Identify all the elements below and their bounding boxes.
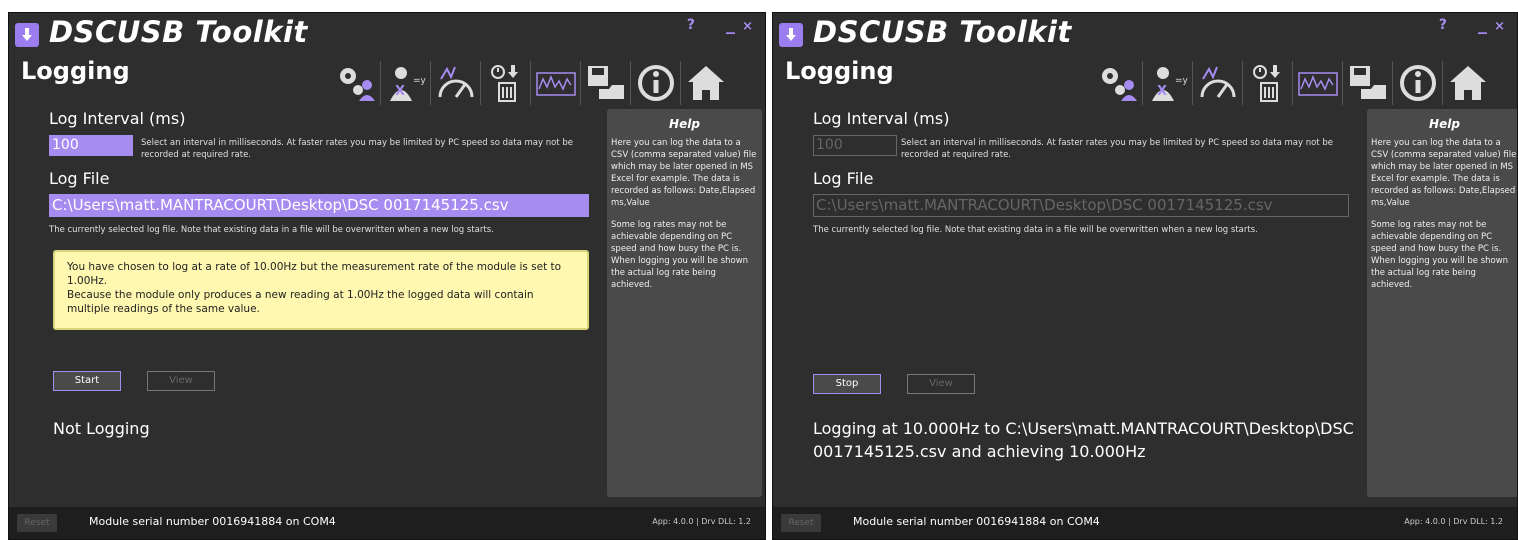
chart-icon[interactable] (531, 61, 581, 105)
module-serial-text: Module serial number 0016941884 on COM4 (89, 515, 336, 528)
help-button[interactable]: ? (1439, 17, 1447, 33)
close-button[interactable]: × (1494, 19, 1505, 34)
close-button[interactable]: × (742, 19, 753, 34)
rate-warning-box: You have chosen to log at a rate of 10.0… (53, 250, 589, 330)
start-button[interactable]: Start (53, 371, 121, 391)
title-bar: DSCUSB Toolkit ? _ × (773, 13, 1517, 55)
home-icon[interactable] (681, 61, 731, 105)
save-icon[interactable] (581, 61, 631, 105)
svg-text:=y: =y (413, 76, 427, 86)
clock-download-icon[interactable] (481, 61, 531, 105)
version-text: App: 4.0.0 | Drv DLL: 1.2 (652, 517, 751, 526)
help-text: Here you can log the data to a CSV (comm… (1367, 131, 1517, 291)
app-logo-icon (15, 23, 39, 47)
app-title: DSCUSB Toolkit (49, 15, 308, 49)
chart-icon[interactable] (1293, 61, 1343, 105)
toolbar: X =y (331, 59, 731, 107)
help-title: Help (1429, 117, 1460, 131)
home-icon[interactable] (1443, 61, 1493, 105)
app-logo-icon (779, 23, 803, 47)
calibration-icon[interactable]: X =y (381, 61, 431, 105)
log-interval-hint: Select an interval in milliseconds. At f… (901, 138, 1333, 160)
minimize-button[interactable]: _ (1478, 14, 1487, 35)
window-not-logging: DSCUSB Toolkit ? _ × Logging X =y Help H… (8, 12, 766, 540)
log-file-hint: The currently selected log file. Note th… (49, 225, 494, 235)
info-icon[interactable] (1393, 61, 1443, 105)
svg-text:X: X (1157, 84, 1167, 99)
help-text: Here you can log the data to a CSV (comm… (607, 131, 762, 291)
page-title: Logging (785, 57, 894, 85)
calibration-icon[interactable]: X =y (1143, 61, 1193, 105)
help-button[interactable]: ? (687, 17, 695, 33)
log-interval-label: Log Interval (ms) (49, 109, 186, 128)
help-paragraph: Some log rates may not be achievable dep… (611, 220, 749, 290)
log-file-hint: The currently selected log file. Note th… (813, 225, 1258, 235)
minimize-button[interactable]: _ (726, 14, 735, 35)
view-button[interactable]: View (147, 371, 215, 391)
clock-download-icon[interactable] (1243, 61, 1293, 105)
log-interval-label: Log Interval (ms) (813, 109, 950, 128)
svg-text:=y: =y (1175, 76, 1189, 86)
status-bar: Reset Module serial number 0016941884 on… (9, 507, 765, 539)
info-icon[interactable] (631, 61, 681, 105)
save-icon[interactable] (1343, 61, 1393, 105)
toolbar: X =y (1093, 59, 1493, 107)
reset-button[interactable]: Reset (781, 514, 821, 532)
settings-user-icon[interactable] (331, 61, 381, 105)
warning-line: You have chosen to log at a rate of 10.0… (67, 261, 562, 287)
log-interval-input[interactable]: 100 (813, 135, 897, 156)
log-interval-hint: Select an interval in milliseconds. At f… (141, 138, 573, 160)
status-bar: Reset Module serial number 0016941884 on… (773, 507, 1517, 539)
log-file-input[interactable]: C:\Users\matt.MANTRACOURT\Desktop\DSC 00… (813, 194, 1349, 217)
stop-button[interactable]: Stop (813, 374, 881, 394)
log-interval-input[interactable]: 100 (49, 135, 133, 156)
app-title: DSCUSB Toolkit (813, 15, 1072, 49)
help-paragraph: Some log rates may not be achievable dep… (1371, 220, 1509, 290)
window-logging: DSCUSB Toolkit ? _ × Logging X =y Help H… (772, 12, 1518, 540)
log-file-label: Log File (49, 169, 110, 188)
help-title: Help (669, 117, 700, 131)
log-file-label: Log File (813, 169, 874, 188)
gauge-icon[interactable] (1193, 61, 1243, 105)
help-panel: Help Here you can log the data to a CSV … (1367, 109, 1517, 497)
settings-user-icon[interactable] (1093, 61, 1143, 105)
log-file-input[interactable]: C:\Users\matt.MANTRACOURT\Desktop\DSC 00… (49, 194, 589, 217)
warning-line: Because the module only produces a new r… (67, 289, 534, 315)
logging-status: Logging at 10.000Hz to C:\Users\matt.MAN… (813, 419, 1354, 461)
title-bar: DSCUSB Toolkit ? _ × (9, 13, 765, 55)
logging-status: Not Logging (53, 419, 150, 438)
version-text: App: 4.0.0 | Drv DLL: 1.2 (1404, 517, 1503, 526)
help-panel: Help Here you can log the data to a CSV … (607, 109, 762, 497)
svg-text:X: X (395, 84, 405, 99)
page-title: Logging (21, 57, 130, 85)
module-serial-text: Module serial number 0016941884 on COM4 (853, 515, 1100, 528)
gauge-icon[interactable] (431, 61, 481, 105)
reset-button[interactable]: Reset (17, 514, 57, 532)
view-button[interactable]: View (907, 374, 975, 394)
